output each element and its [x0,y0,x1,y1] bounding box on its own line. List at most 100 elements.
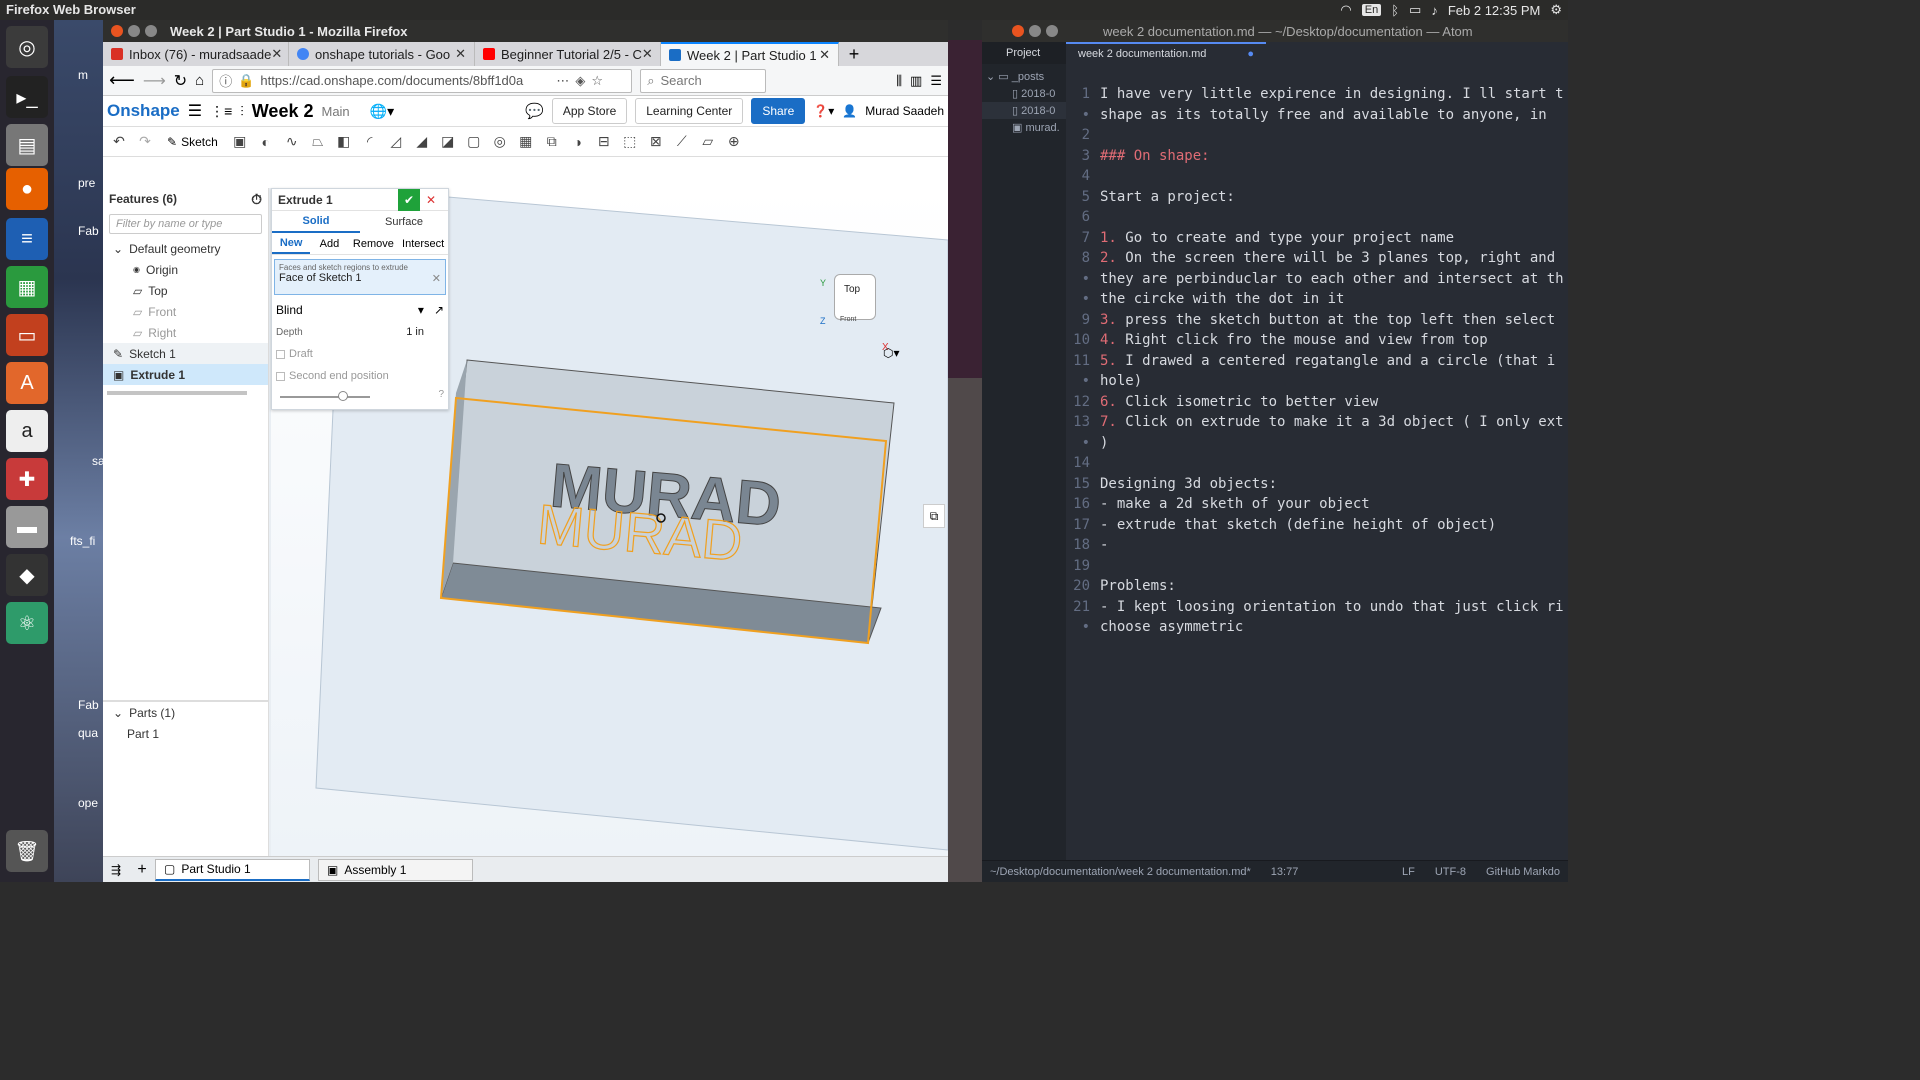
editor-line[interactable]: • shape as its totally free and available… [1066,107,1568,128]
chamfer-tool-icon[interactable]: ◿ [386,132,406,152]
new-tab-icon[interactable]: + [839,42,869,66]
sketch-1-item[interactable]: ✎ Sketch 1 [103,343,268,364]
editor-line[interactable]: 20 Problems: [1066,578,1568,599]
cursor-position[interactable]: 13:77 [1271,866,1299,878]
preview-slider-handle[interactable] [338,391,348,401]
help-icon[interactable]: ? [438,389,444,400]
trash-icon[interactable]: 🗑 [6,830,48,872]
back-icon[interactable]: ⟵ [109,70,135,91]
lock-icon[interactable]: 🔒 [238,73,254,89]
origin-item[interactable]: ◉ Origin [103,259,268,280]
bookmark-star-icon[interactable]: ☆ [591,73,603,89]
shell-tool-icon[interactable]: ▢ [464,132,484,152]
modified-dot-icon[interactable]: ● [1247,48,1254,60]
software-center-icon[interactable]: A [6,362,48,404]
tree-file-item[interactable]: ▯ 2018-0 [982,85,1066,102]
system-settings-icon[interactable]: ✚ [6,458,48,500]
editor-line[interactable]: 3 ### On shape: [1066,148,1568,169]
editor-line[interactable]: 6 [1066,209,1568,230]
tab-youtube[interactable]: Beginner Tutorial 2/5 - C ✕ [475,42,661,66]
editor-line[interactable]: • they are perbinduclar to each other and… [1066,271,1568,292]
close-tab-icon[interactable]: ✕ [455,46,466,62]
search-bar[interactable]: ⌕ Search [640,68,767,93]
draft-checkbox[interactable] [276,349,285,359]
maximize-window-icon[interactable] [145,25,157,37]
terminal-icon[interactable]: ▸_ [6,76,48,118]
editor-line[interactable]: 1 I have very little expirence in designi… [1066,86,1568,107]
tab-gmail[interactable]: Inbox (76) - muradsaade ✕ [103,42,289,66]
add-op-tab[interactable]: Add [310,233,348,254]
disk-icon[interactable]: ▬ [6,506,48,548]
editor-line[interactable]: • choose asymmetric [1066,619,1568,640]
onshape-logo[interactable]: Onshape [107,101,180,121]
loft-tool-icon[interactable]: ⏢ [308,132,328,152]
url-bar[interactable]: ⓘ 🔒 https://cad.onshape.com/documents/8b… [212,68,633,93]
clear-selection-icon[interactable]: ✕ [432,272,441,285]
line-ending[interactable]: LF [1402,866,1415,878]
faces-selection-box[interactable]: Faces and sketch regions to extrude Face… [274,259,446,295]
view-mode-icon[interactable]: ⬡▾ [883,346,900,360]
right-plane-item[interactable]: ▱ Right [103,322,268,343]
wifi-icon[interactable]: ◠ [1340,2,1351,18]
grammar[interactable]: GitHub Markdo [1486,866,1560,878]
preview-slider-track[interactable] [280,396,370,398]
keyboard-layout-indicator[interactable]: En [1361,4,1382,16]
bluetooth-icon[interactable]: ᛒ [1391,3,1399,18]
intersect-op-tab[interactable]: Intersect [398,233,448,254]
impress-icon[interactable]: ▭ [6,314,48,356]
sidebar-icon[interactable]: ▥ [910,73,922,89]
end-type-select[interactable]: Blind [276,303,303,317]
editor-line[interactable]: •) [1066,435,1568,456]
rollback-timer-icon[interactable]: ⏱ [251,191,262,208]
tab-onshape[interactable]: Week 2 | Part Studio 1 ✕ [661,42,839,66]
pocket-icon[interactable]: ◈ [575,73,585,89]
add-tab-icon[interactable]: + [129,861,155,879]
editor-line[interactable]: 7 1. Go to create and type your project n… [1066,230,1568,251]
editor-lines[interactable]: 1 I have very little expirence in designi… [1066,86,1568,640]
feature-filter-input[interactable]: Filter by name or type [109,214,262,234]
editor-line[interactable]: 17 - extrude that sketch (define height o… [1066,517,1568,538]
document-title[interactable]: Week 2 [252,101,314,122]
editor-line[interactable]: 14 [1066,455,1568,476]
fillet-tool-icon[interactable]: ◜ [360,132,380,152]
atom-editor[interactable]: week 2 documentation.md ● 1 I have very l… [1066,42,1568,860]
minimize-window-icon[interactable] [128,25,140,37]
desktop-label[interactable]: Fab [78,698,99,712]
project-tab[interactable]: Project [982,42,1066,64]
cancel-x-icon[interactable]: ✕ [420,189,442,211]
tree-file-item[interactable]: ▣ murad. [982,119,1066,136]
extrude-1-item[interactable]: ▣ Extrude 1 [103,364,268,385]
second-end-checkbox[interactable] [276,371,285,381]
view-cube-top-label[interactable]: Top [844,284,860,295]
redo-icon[interactable]: ↷ [135,132,155,152]
desktop-label[interactable]: m [78,68,88,82]
amazon-icon[interactable]: a [6,410,48,452]
close-window-icon[interactable] [111,25,123,37]
app-store-button[interactable]: App Store [551,98,628,124]
part-item[interactable]: Part 1 [103,723,269,744]
library-icon[interactable]: ⫼ [896,73,902,89]
split-tool-icon[interactable]: ⊟ [594,132,614,152]
plane-tool-icon[interactable]: ▱ [698,132,718,152]
user-avatar-icon[interactable]: 👤 [842,104,857,118]
editor-line[interactable]: 21 - I kept loosing orientation to undo t… [1066,599,1568,620]
right-panel-toggle-icon[interactable]: ⧉ [923,504,945,528]
comments-icon[interactable]: 💬 [525,102,544,120]
close-window-icon[interactable] [1012,25,1024,37]
posts-folder[interactable]: ⌄ ▭ _posts [982,68,1066,85]
editor-line[interactable]: 13 7. Click on extrude to make it a 3d ob… [1066,414,1568,435]
depth-input[interactable]: 1 in [406,326,424,338]
calc-icon[interactable]: ▦ [6,266,48,308]
editor-tab[interactable]: week 2 documentation.md ● [1066,42,1266,64]
editor-line[interactable]: 15 Designing 3d objects: [1066,476,1568,497]
dash-home-icon[interactable]: ◎ [6,26,48,68]
default-geometry-item[interactable]: ⌄ Default geometry [103,238,268,259]
flip-direction-icon[interactable]: ↗ [434,303,444,317]
volume-icon[interactable]: ♪ [1431,3,1438,18]
editor-line[interactable]: 19 [1066,558,1568,579]
top-plane-item[interactable]: ▱ Top [103,280,268,301]
maximize-window-icon[interactable] [1046,25,1058,37]
atom-icon[interactable]: ⚛ [6,602,48,644]
home-icon[interactable]: ⌂ [195,72,204,89]
undo-icon[interactable]: ↶ [109,132,129,152]
